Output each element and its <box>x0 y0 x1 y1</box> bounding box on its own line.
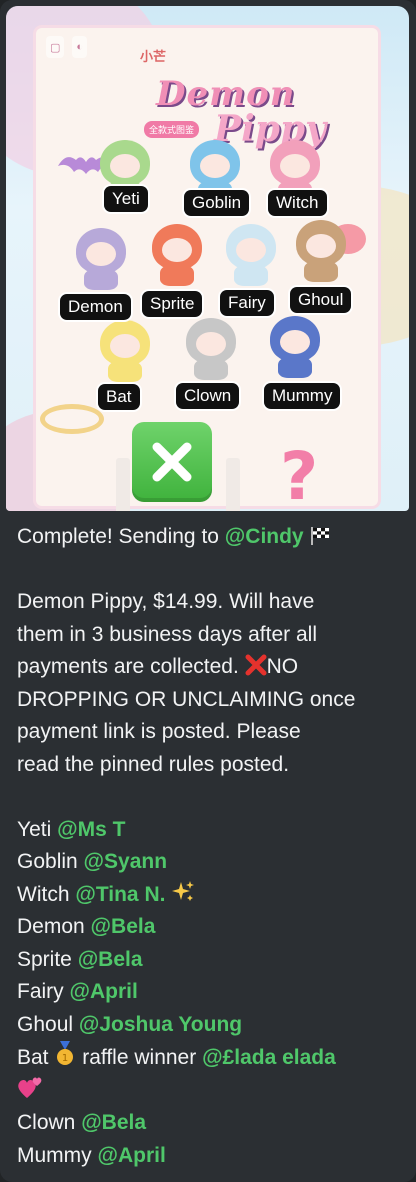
figure-fairy <box>220 224 282 286</box>
chequered-flag-icon <box>311 527 330 545</box>
figure-label: Goblin <box>184 190 250 216</box>
figure-label: Witch <box>268 190 327 216</box>
mention-link[interactable]: @Bela <box>78 948 143 971</box>
figure-bat <box>94 320 156 382</box>
mention-link[interactable]: @Tina N. <box>75 883 165 906</box>
display-pillar <box>116 458 130 511</box>
figure-label: Fairy <box>220 290 274 316</box>
cross-mark-icon <box>132 422 212 502</box>
mention-link[interactable]: @£lada elada <box>202 1046 336 1069</box>
mention-link[interactable]: @Bela <box>91 915 156 938</box>
item-name: Mummy <box>17 1143 92 1167</box>
intro-line: Complete! Sending to @Cindy <box>17 521 407 554</box>
red-x-icon <box>245 654 267 676</box>
mention-link[interactable]: @Syann <box>84 850 168 873</box>
item-name: Bat <box>17 1046 49 1069</box>
first-place-medal-icon: 1 <box>57 1041 74 1065</box>
figure-label: Yeti <box>104 186 148 212</box>
message-bubble: ▢ ◐ 小芒 Demon 全款式图鉴 Pippy Yeti Goblin Wit… <box>0 0 416 1182</box>
body-text: payments are collected. <box>17 655 239 678</box>
item-name: Sprite <box>17 947 72 971</box>
assignment-line: Demon @Bela <box>17 911 407 944</box>
app-logo-icon: ▢ <box>46 36 65 58</box>
assignment-line: Clown @Bela <box>17 1107 407 1140</box>
assignment-line: Witch @Tina N. <box>17 879 407 912</box>
figure-clown <box>180 318 242 380</box>
item-name: Demon <box>17 915 85 938</box>
figure-label: Clown <box>176 383 240 409</box>
figure-demon <box>70 228 132 290</box>
message-photo[interactable]: ▢ ◐ 小芒 Demon 全款式图鉴 Pippy Yeti Goblin Wit… <box>6 6 409 511</box>
body-line: DROPPING OR UNCLAIMING once <box>17 687 356 711</box>
figure-mummy <box>264 316 326 378</box>
figure-label: Mummy <box>264 383 341 409</box>
item-name: Witch <box>17 882 70 906</box>
item-name: Ghoul <box>17 1012 74 1036</box>
assignment-line: Fairy @April <box>17 976 407 1009</box>
assignment-line: Sprite @Bela <box>17 944 407 977</box>
figure-label: Bat <box>98 384 140 410</box>
intro-text: Complete! Sending to <box>17 525 225 548</box>
body-line: payment link is posted. Please <box>17 720 301 743</box>
figure-ghoul <box>290 220 352 282</box>
body-line: read the pinned rules posted. <box>17 752 290 776</box>
mention-link[interactable]: @Joshua Young <box>79 1013 242 1036</box>
assignment-line: Goblin @Syann <box>17 846 407 879</box>
body-line: Demon Pippy, $14.99. Will have <box>17 590 315 613</box>
no-text: NO <box>266 655 299 678</box>
assignment-line: Ghoul @Joshua Young <box>17 1009 407 1042</box>
svg-text:1: 1 <box>62 1053 68 1064</box>
assignment-line: Mummy @April <box>17 1140 407 1173</box>
item-name: Fairy <box>17 980 64 1003</box>
message-text: Complete! Sending to @Cindy Demon Pippy,… <box>17 521 407 1172</box>
body-line: payments are collected. NO <box>17 651 407 684</box>
halo-decoration-icon <box>40 404 104 434</box>
two-hearts-icon <box>18 1077 42 1098</box>
figure-label: Sprite <box>142 291 203 317</box>
item-name: Goblin <box>17 850 78 873</box>
secret-figure-mark: ? <box>280 438 319 511</box>
raffle-text: raffle winner <box>82 1046 197 1069</box>
display-pillar <box>226 458 240 511</box>
item-name: Yeti <box>17 817 52 841</box>
mention-link[interactable]: @Bela <box>81 1111 146 1134</box>
body-line: them in 3 business days after all <box>17 622 317 646</box>
mention-link[interactable]: @Ms T <box>57 818 125 841</box>
mention-link[interactable]: @April <box>98 1144 166 1167</box>
figure-sprite <box>146 224 208 286</box>
heart-line <box>17 1075 407 1108</box>
brand-name: 小芒 <box>140 49 167 64</box>
assignment-line: Yeti @Ms T <box>17 814 407 847</box>
mascot-logo-icon: ◐ <box>72 36 88 58</box>
card-topbar: ▢ ◐ <box>46 36 88 58</box>
series-subtitle-tag: 全款式图鉴 <box>144 121 200 138</box>
sparkles-icon <box>172 880 195 901</box>
figure-label: Demon <box>60 294 131 320</box>
mention-link[interactable]: @April <box>70 980 138 1003</box>
assignment-line: Bat 1 raffle winner @£lada elada <box>17 1041 407 1075</box>
mention-link[interactable]: @Cindy <box>225 525 304 548</box>
item-name: Clown <box>17 1111 76 1134</box>
figure-label: Ghoul <box>290 287 352 313</box>
